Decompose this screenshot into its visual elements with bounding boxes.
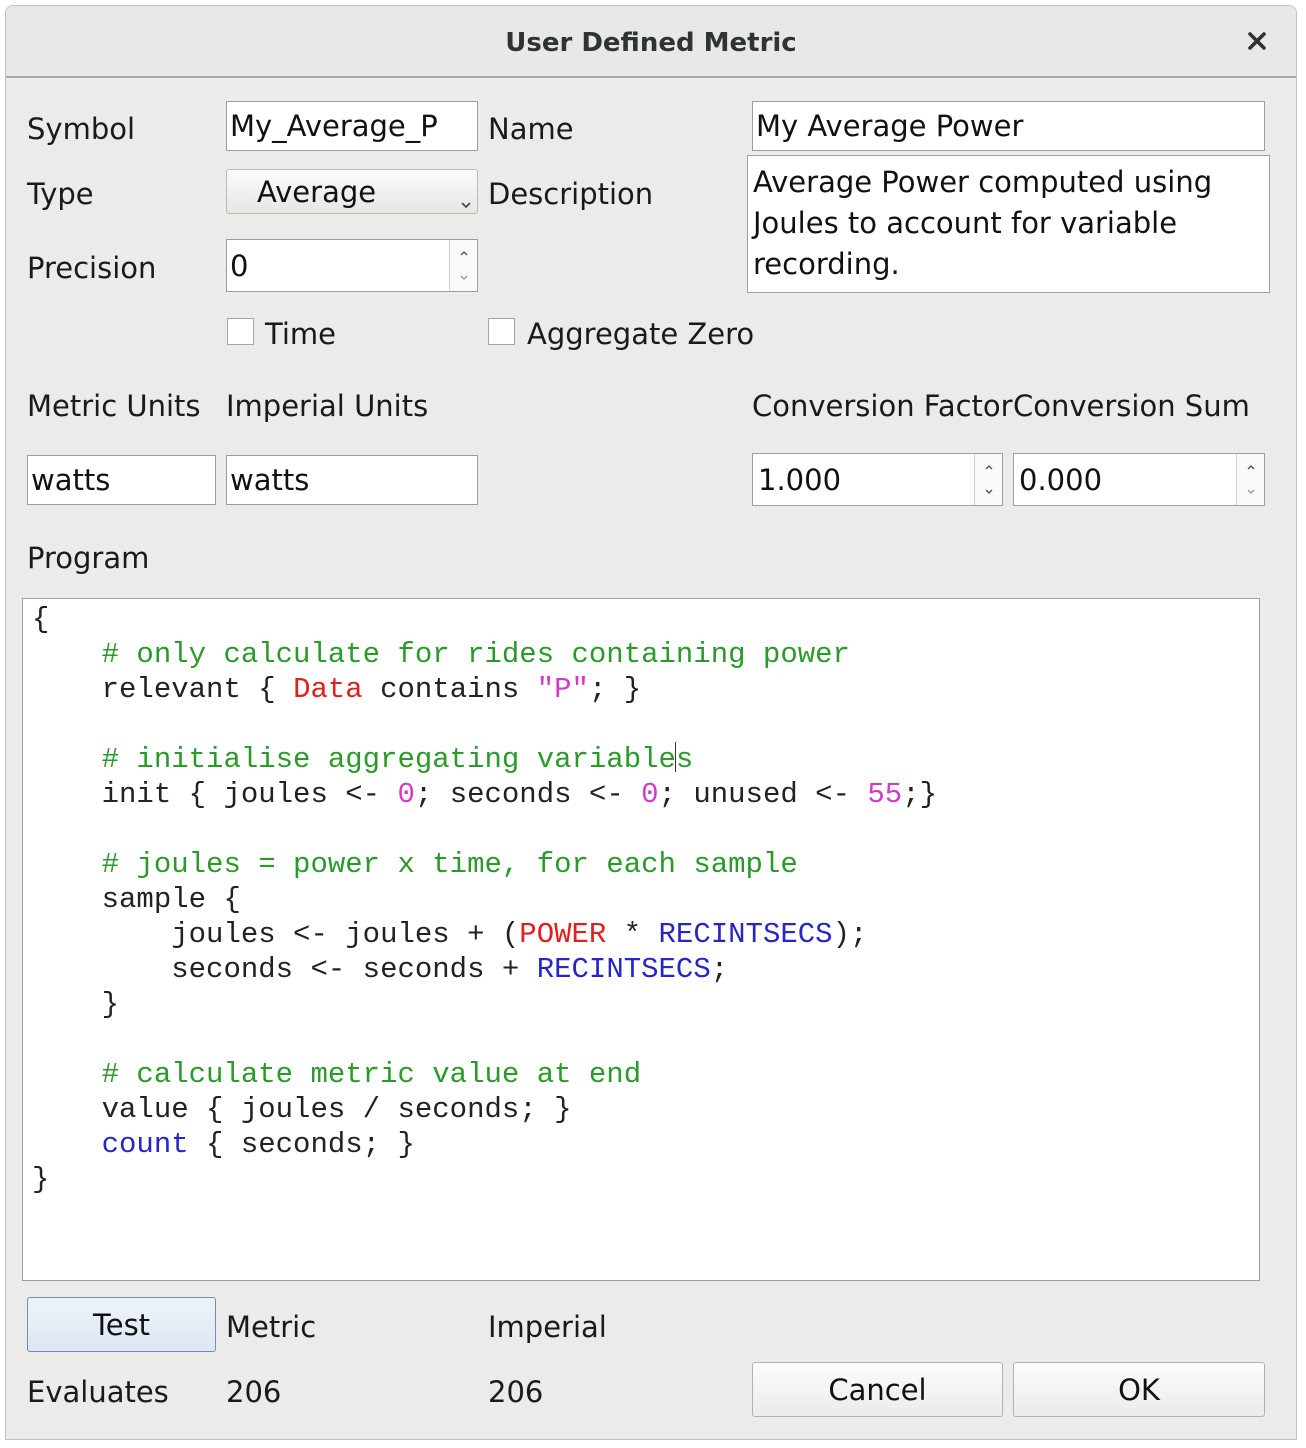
ok-button[interactable]: OK [1013,1362,1265,1417]
precision-spin-buttons [449,240,477,291]
program-label: Program [27,541,150,575]
spin-up-icon[interactable] [1237,454,1264,480]
code-line: } [32,1163,50,1196]
imperial-result-label: Imperial [488,1310,607,1344]
test-button[interactable]: Test [27,1297,216,1352]
code-comment: # joules = power x time, for each sample [101,848,798,881]
spin-up-icon[interactable] [450,240,477,266]
name-input[interactable]: My Average Power [752,101,1265,151]
symbol-label: Symbol [27,112,136,146]
conversion-factor-value: 1.000 [758,462,842,497]
symbol-input[interactable]: My_Average_P [226,101,478,151]
spin-down-icon[interactable] [450,266,477,292]
type-dropdown-value: Average [257,174,377,209]
aggregate-zero-checkbox[interactable] [488,318,515,345]
dialog-title: User Defined Metric [505,28,797,58]
code-line: # initialise aggregating variables [101,742,694,776]
code-comment: # initialise aggregating variable [101,743,676,776]
imperial-units-input[interactable]: watts [226,455,478,505]
code-line: relevant { Data contains "P"; } [101,673,642,706]
precision-value: 0 [230,248,249,283]
metric-units-input[interactable]: watts [27,455,216,505]
metric-result-value: 206 [226,1375,282,1409]
description-textarea[interactable]: Average Power computed using Joules to a… [747,155,1270,293]
close-icon[interactable] [1240,24,1274,58]
code-line: { [32,603,50,636]
code-line: } [101,988,120,1021]
type-dropdown[interactable]: Average [226,169,478,214]
spin-down-icon[interactable] [1237,480,1264,506]
title-bar: User Defined Metric [6,6,1296,78]
spin-down-icon[interactable] [975,480,1002,506]
imperial-units-label: Imperial Units [226,389,429,423]
name-label: Name [488,112,574,146]
metric-result-label: Metric [226,1310,317,1344]
precision-spinbox[interactable]: 0 [226,239,478,292]
conversion-sum-label: Conversion Sum [1013,389,1250,423]
code-comment: # calculate metric value at end [101,1058,642,1091]
code-line: joules <- joules + (POWER * RECINTSECS); [171,918,868,951]
code-line: value { joules / seconds; } [101,1093,572,1126]
description-label: Description [488,177,654,211]
code-comment: # only calculate for rides containing po… [101,638,850,671]
imperial-result-value: 206 [488,1375,544,1409]
conversion-sum-value: 0.000 [1019,462,1103,497]
conversion-sum-spinbox[interactable]: 0.000 [1013,453,1265,506]
code-line: sample { [101,883,241,916]
spin-up-icon[interactable] [975,454,1002,480]
conversion-sum-spin-buttons [1236,454,1264,505]
aggregate-zero-label: Aggregate Zero [527,317,755,351]
conversion-factor-label: Conversion Factor [752,389,1013,423]
metric-units-label: Metric Units [27,389,201,423]
code-line: # joules = power x time, for each sample [23,847,1259,882]
evaluates-label: Evaluates [27,1375,169,1409]
code-line: seconds <- seconds + RECINTSECS; [171,953,729,986]
time-label: Time [265,317,336,351]
code-line: # only calculate for rides containing po… [23,637,1259,672]
chevron-down-icon [461,182,471,216]
type-label: Type [27,177,94,211]
conversion-factor-spin-buttons [974,454,1002,505]
code-line: # calculate metric value at end [23,1057,1259,1092]
cancel-button[interactable]: Cancel [752,1362,1003,1417]
code-line: init { joules <- 0; seconds <- 0; unused… [101,778,938,811]
conversion-factor-spinbox[interactable]: 1.000 [752,453,1003,506]
code-line: count { seconds; } [101,1128,415,1161]
time-checkbox[interactable] [227,318,254,345]
program-editor[interactable]: { # only calculate for rides containing … [22,598,1260,1281]
precision-label: Precision [27,251,157,285]
